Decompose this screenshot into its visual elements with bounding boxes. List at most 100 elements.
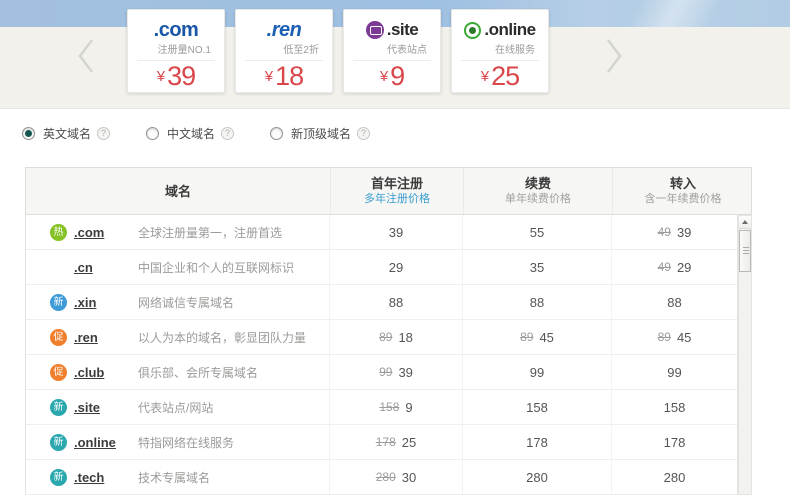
register-price-cell: 39	[330, 215, 463, 249]
renew-price-cell: 280	[463, 460, 612, 494]
filter-option-chinese[interactable]: 中文域名 ?	[146, 125, 235, 142]
price-value: 39	[167, 61, 196, 91]
domain-link[interactable]: .club	[74, 365, 138, 380]
domain-link[interactable]: .ren	[74, 330, 138, 345]
table-row: .cn 中国企业和个人的互联网标识 29 35 49 29	[26, 250, 737, 285]
radio-label: 新顶级域名	[291, 126, 352, 141]
domain-link[interactable]: .site	[74, 400, 138, 415]
table-row: 新 .online 特指网络在线服务 178 25 178 178	[26, 425, 737, 460]
tld-badge-icon: 新	[50, 398, 67, 416]
domain-cell: 新 .online 特指网络在线服务	[26, 425, 330, 459]
domain-cell: 促 .ren 以人为本的域名，彰显团队力量	[26, 320, 330, 354]
domain-type-filter: 英文域名 ? 中文域名 ? 新顶级域名 ?	[22, 125, 790, 141]
currency-symbol: ¥	[379, 68, 389, 85]
current-price: 29	[676, 259, 692, 275]
current-price: 45	[676, 329, 692, 345]
table-row: 热 .com 全球注册量第一，注册首选 39 55 49 39	[26, 215, 737, 250]
card-price: ¥ 9	[344, 61, 440, 92]
tld-badge-icon: 新	[50, 468, 67, 486]
scroll-up-button[interactable]	[739, 216, 751, 229]
domain-description: 特指网络在线服务	[138, 435, 235, 450]
card-tld: .online	[484, 20, 536, 40]
domain-link[interactable]: .com	[74, 225, 138, 240]
card-tagline: 注册量NO.1	[157, 44, 211, 56]
transfer-price-cell: 89 45	[612, 320, 737, 354]
scroll-thumb[interactable]	[739, 230, 751, 272]
chevron-right-icon	[598, 36, 628, 76]
domain-card[interactable]: .com 注册量NO.1 ¥ 39	[127, 9, 225, 93]
filter-option-english[interactable]: 英文域名 ?	[22, 125, 111, 142]
page: .com 注册量NO.1 ¥ 39 .ren 低至2折 ¥ 18 .site 代…	[0, 0, 790, 495]
register-price-cell: 89 18	[330, 320, 463, 354]
promo-banner: .com 注册量NO.1 ¥ 39 .ren 低至2折 ¥ 18 .site 代…	[0, 0, 790, 109]
register-price-cell: 158 9	[330, 390, 463, 424]
old-price: 99	[379, 365, 393, 379]
tld-badge-icon: 促	[50, 363, 67, 381]
register-price-cell: 280 30	[330, 460, 463, 494]
domain-card[interactable]: .online 在线服务 ¥ 25	[451, 9, 549, 93]
domain-description: 网络诚信专属域名	[138, 295, 235, 310]
domain-link[interactable]: .tech	[74, 470, 138, 485]
carousel-next-button[interactable]	[598, 36, 628, 76]
renew-price-cell: 158	[463, 390, 612, 424]
table-header: 域名 首年注册 多年注册价格 续费 单年续费价格 转入 含一年续费价格	[25, 167, 752, 215]
domain-description: 中国企业和个人的互联网标识	[138, 260, 295, 275]
table-row: 新 .xin 网络诚信专属域名 88 88 88	[26, 285, 737, 320]
domain-link[interactable]: .xin	[74, 295, 138, 310]
current-price: 35	[529, 259, 545, 275]
multi-year-price-link[interactable]: 多年注册价格	[364, 192, 430, 207]
domain-link[interactable]: .online	[74, 435, 138, 450]
header-transfer: 转入 含一年续费价格	[613, 168, 753, 214]
help-icon[interactable]: ?	[97, 126, 111, 140]
card-tld-wrap: .site	[344, 17, 440, 44]
renew-price-cell: 35	[463, 250, 612, 284]
help-icon[interactable]: ?	[357, 126, 371, 140]
currency-symbol: ¥	[480, 68, 490, 85]
transfer-price-cell: 49 29	[612, 250, 737, 284]
header-subtitle: 单年续费价格	[505, 193, 571, 205]
site-badge-icon	[365, 21, 384, 40]
transfer-price-cell: 158	[612, 390, 737, 424]
radio-icon[interactable]	[270, 126, 284, 140]
domain-description: 俱乐部、会所专属域名	[138, 365, 259, 380]
domain-cell: 促 .club 俱乐部、会所专属域名	[26, 355, 330, 389]
domain-description: 全球注册量第一，注册首选	[138, 225, 283, 240]
radio-icon[interactable]	[146, 126, 160, 140]
price-value: 9	[390, 61, 405, 91]
price-value: 25	[491, 61, 520, 91]
radio-icon[interactable]	[22, 126, 35, 140]
card-price: ¥ 39	[128, 61, 224, 92]
tld-badge-icon: 热	[50, 223, 67, 241]
current-price: 39	[388, 224, 404, 240]
domain-card-list: .com 注册量NO.1 ¥ 39 .ren 低至2折 ¥ 18 .site 代…	[127, 9, 549, 93]
table-body: 热 .com 全球注册量第一，注册首选 39 55 49 39 .cn 中国企业…	[25, 215, 738, 495]
currency-symbol: ¥	[264, 68, 274, 85]
card-tagline: 低至2折	[283, 44, 319, 56]
table-row: 新 .site 代表站点/网站 158 9 158 158	[26, 390, 737, 425]
header-register: 首年注册 多年注册价格	[331, 168, 464, 214]
old-price: 89	[657, 330, 671, 344]
table-scrollbar[interactable]	[738, 215, 752, 495]
table-row: 促 .ren 以人为本的域名，彰显团队力量 89 18 89 45 89 45	[26, 320, 737, 355]
domain-cell: 热 .com 全球注册量第一，注册首选	[26, 215, 330, 249]
header-title: 续费	[524, 176, 551, 191]
current-price: 88	[529, 294, 545, 310]
current-price: 158	[526, 399, 548, 415]
filter-option-new-tld[interactable]: 新顶级域名 ?	[270, 125, 371, 142]
card-tld: .ren	[266, 18, 302, 41]
help-icon[interactable]: ?	[221, 126, 235, 140]
current-price: 45	[539, 329, 554, 345]
card-tld: .site	[386, 20, 419, 40]
domain-card[interactable]: .site 代表站点 ¥ 9	[343, 9, 441, 93]
domain-link[interactable]: .cn	[74, 260, 138, 275]
transfer-price-cell: 88	[612, 285, 737, 319]
domain-card[interactable]: .ren 低至2折 ¥ 18	[235, 9, 333, 93]
card-tld-wrap: .online	[452, 17, 548, 44]
online-badge-icon	[464, 21, 482, 39]
table-row: 促 .club 俱乐部、会所专属域名 99 39 99 99	[26, 355, 737, 390]
tld-badge-icon: 新	[50, 293, 67, 311]
header-subtitle: 含一年续费价格	[644, 193, 722, 205]
carousel-prev-button[interactable]	[72, 36, 102, 76]
old-price: 49	[657, 260, 671, 274]
domain-cell: 新 .site 代表站点/网站	[26, 390, 330, 424]
